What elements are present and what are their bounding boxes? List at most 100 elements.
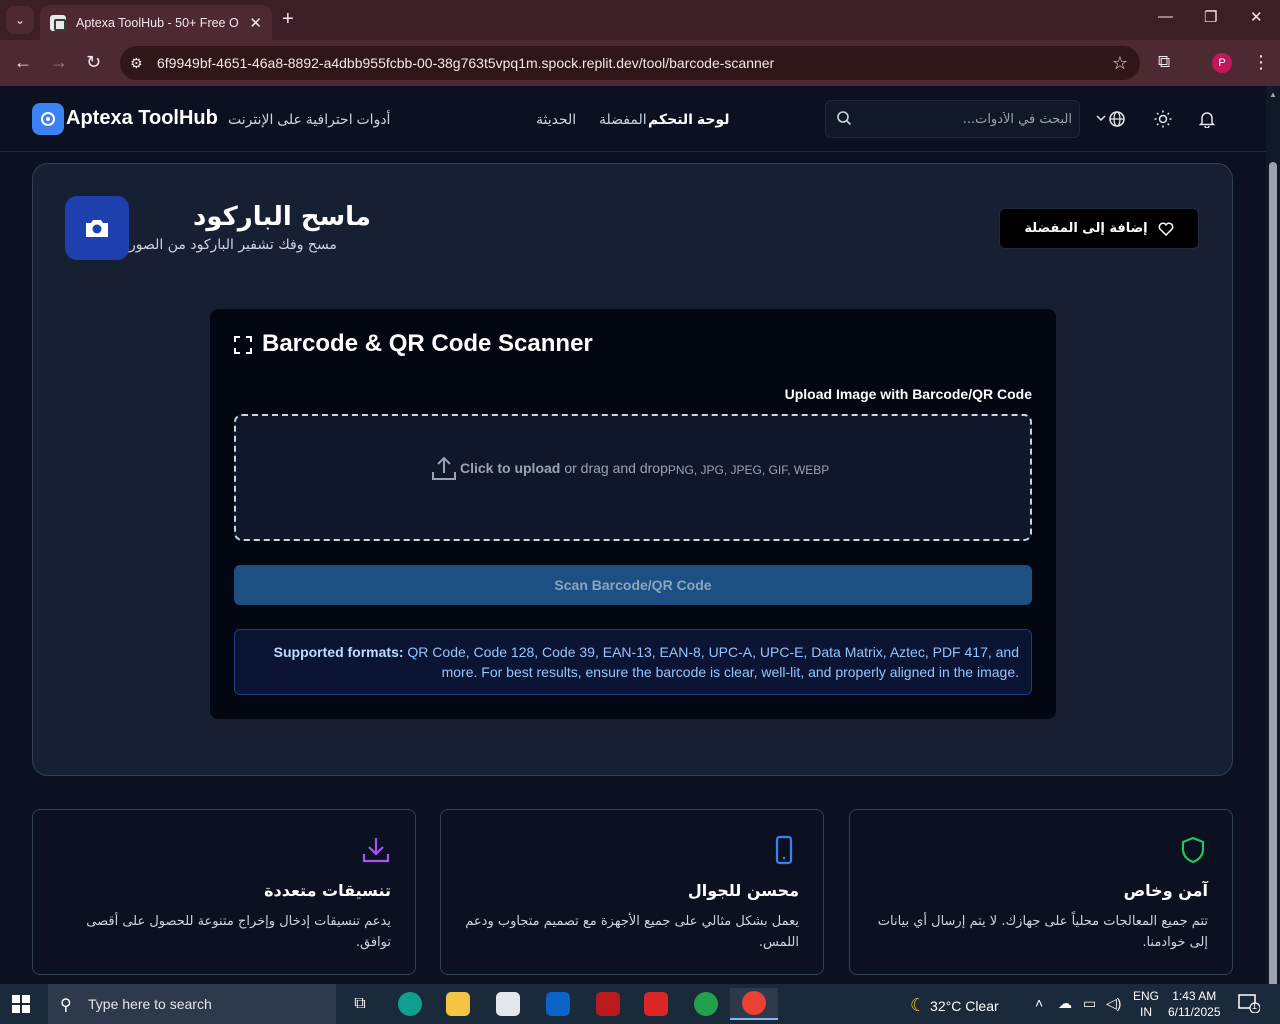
site-info-icon[interactable]: ⚙ [130, 55, 143, 72]
chrome-profile-icon[interactable] [730, 988, 778, 1020]
moon-icon: ☾ [910, 995, 927, 1015]
clock[interactable]: 1:43 AM 6/11/2025 [1168, 988, 1221, 1020]
scroll-up-icon[interactable]: ▲ [1269, 90, 1277, 99]
download-icon [362, 838, 390, 863]
cloud-icon[interactable]: ☁ [1058, 995, 1072, 1012]
input-language[interactable]: ENG IN [1133, 988, 1159, 1020]
back-icon[interactable]: ← [14, 52, 32, 73]
site-favicon-icon [50, 14, 66, 31]
reload-icon[interactable]: ↻ [86, 52, 101, 73]
mobile-icon [775, 835, 793, 865]
network-icon[interactable]: ▭ [1083, 995, 1096, 1012]
theme-toggle-sun-icon[interactable] [1152, 108, 1174, 130]
windows-start-icon[interactable] [12, 995, 30, 1013]
feature-card-mobile: محسن للجوال يعمل بشكل مثالي على جميع الأ… [440, 809, 824, 975]
drag-drop-text: or drag and drop [564, 460, 668, 476]
scan-frame-icon [234, 336, 252, 354]
scan-button[interactable]: Scan Barcode/QR Code [234, 565, 1032, 605]
scanner-title: Barcode & QR Code Scanner [262, 330, 593, 357]
show-hidden-icons-icon[interactable]: ˄ [1035, 995, 1043, 1011]
file-types-hint: PNG, JPG, JPEG, GIF, WEBP [667, 463, 830, 477]
taskbar-search-box[interactable]: ⚲ Type here to search [48, 984, 336, 1024]
close-tab-icon[interactable]: ✕ [249, 14, 262, 32]
taskbar-search-placeholder: Type here to search [88, 996, 212, 1012]
address-bar[interactable]: ⚙ 6f9949bf-4651-46a8-8892-a4dbb955fcbb-0… [120, 46, 1140, 80]
brand-name[interactable]: Aptexa ToolHub [66, 107, 218, 130]
feature-description: تتم جميع المعالجات محلياً على جهازك. لا … [877, 914, 1208, 950]
chrome-icon[interactable] [686, 988, 726, 1020]
feature-card-secure: آمن وخاص تتم جميع المعالجات محلياً على ج… [849, 809, 1233, 975]
windows-taskbar: ⚲ Type here to search ⧉ ☾ 32°C Clear ˄ ☁… [0, 984, 1280, 1024]
scanner-panel: Barcode & QR Code Scanner Upload Image w… [210, 309, 1056, 719]
nav-favorites[interactable]: المفضلة [599, 111, 647, 128]
scroll-thumb[interactable] [1269, 162, 1277, 1024]
lang-region: IN [1140, 1005, 1152, 1019]
language-selector[interactable] [1094, 108, 1130, 130]
tool-subtitle: مسح وفك تشفير الباركود من الصور [129, 237, 337, 253]
extensions-icon[interactable]: ⧉ [1158, 52, 1170, 72]
feature-title: محسن للجوال [687, 881, 799, 900]
tool-search-input[interactable] [862, 101, 1072, 137]
file-explorer-icon[interactable] [438, 988, 478, 1020]
add-to-favorites-button[interactable]: إضافة إلى المفضلة [999, 208, 1199, 249]
tab-title: Aptexa ToolHub - 50+ Free Onli [76, 15, 240, 30]
weather-text: 32°C Clear [930, 998, 999, 1014]
outlook-icon[interactable] [538, 988, 578, 1020]
feature-title: تنسيقات متعددة [264, 881, 391, 900]
search-icon [837, 111, 852, 126]
app-icon[interactable] [588, 988, 628, 1020]
profile-avatar[interactable]: P [1212, 53, 1232, 73]
feature-description: يعمل بشكل مثالي على جميع الأجهزة مع تصمي… [465, 914, 799, 950]
heart-icon [1158, 222, 1173, 236]
formats-label: Supported formats: [273, 644, 404, 660]
search-icon: ⚲ [60, 997, 72, 1014]
tool-title: ماسح الباركود [193, 202, 372, 232]
feature-description: يدعم تنسيقات إدخال وإخراج متنوعة للحصول … [86, 914, 391, 950]
browser-toolbar: ← → ↻ ⚙ 6f9949bf-4651-46a8-8892-a4dbb955… [0, 40, 1280, 86]
pdf-app-icon[interactable] [636, 988, 676, 1020]
tool-card: ماسح الباركود مسح وفك تشفير الباركود من … [32, 163, 1233, 776]
tab-search-button[interactable]: ⌄ [6, 6, 34, 34]
volume-icon[interactable]: ◁) [1106, 995, 1121, 1012]
browser-tab-bar: ⌄ Aptexa ToolHub - 50+ Free Onli ✕ + — ❐… [0, 0, 1280, 40]
minimize-icon[interactable]: — [1158, 8, 1173, 25]
new-tab-icon[interactable]: + [282, 8, 294, 31]
notifications-icon[interactable]: 1 [1238, 993, 1261, 1014]
forward-icon[interactable]: → [50, 52, 68, 73]
nav-dashboard[interactable]: لوحة التحكم [648, 111, 729, 128]
globe-icon [1096, 111, 1125, 127]
shield-icon [1181, 836, 1205, 864]
feature-card-formats: تنسيقات متعددة يدعم تنسيقات إدخال وإخراج… [32, 809, 416, 975]
task-view-icon[interactable]: ⧉ [340, 988, 380, 1020]
brand-tagline: أدوات احترافية على الإنترنت [228, 111, 391, 127]
browser-menu-icon[interactable]: ⋮ [1252, 52, 1270, 73]
clock-date: 6/11/2025 [1168, 1005, 1221, 1019]
feature-title: آمن وخاص [1123, 881, 1208, 900]
upload-dropzone[interactable]: Click to upload or drag and drop PNG, JP… [234, 414, 1032, 541]
notifications-bell-icon[interactable] [1196, 108, 1218, 130]
upload-label: Upload Image with Barcode/QR Code [784, 386, 1032, 402]
add-to-favorites-label: إضافة إلى المفضلة [1024, 221, 1148, 236]
supported-formats-notice: Supported formats: QR Code, Code 128, Co… [234, 629, 1032, 695]
nav-recent[interactable]: الحديثة [536, 111, 576, 128]
weather-widget[interactable]: ☾ 32°C Clear [910, 995, 999, 1016]
close-window-icon[interactable]: ✕ [1250, 8, 1263, 26]
logo-icon[interactable] [32, 103, 64, 135]
edge-icon[interactable] [390, 988, 430, 1020]
formats-text: QR Code, Code 128, Code 39, EAN-13, EAN-… [403, 644, 1019, 680]
microsoft-store-icon[interactable] [488, 988, 528, 1020]
clock-time: 1:43 AM [1172, 989, 1217, 1003]
restore-icon[interactable]: ❐ [1204, 8, 1217, 26]
page-scrollbar[interactable]: ▲ ▼ [1266, 86, 1280, 1024]
tool-search-box [825, 100, 1080, 138]
app-header: Aptexa ToolHub أدوات احترافية على الإنتر… [0, 86, 1266, 152]
scroll-down-icon[interactable]: ▼ [1269, 970, 1277, 979]
camera-icon [65, 196, 129, 260]
click-to-upload-link[interactable]: Click to upload [460, 460, 560, 476]
bookmark-star-icon[interactable]: ☆ [1112, 53, 1128, 74]
upload-icon [432, 456, 456, 480]
url-text: 6f9949bf-4651-46a8-8892-a4dbb955fcbb-00-… [157, 55, 775, 71]
browser-tab[interactable]: Aptexa ToolHub - 50+ Free Onli ✕ [40, 5, 272, 40]
lang-code: ENG [1133, 989, 1160, 1003]
notification-count: 1 [1252, 1001, 1258, 1011]
